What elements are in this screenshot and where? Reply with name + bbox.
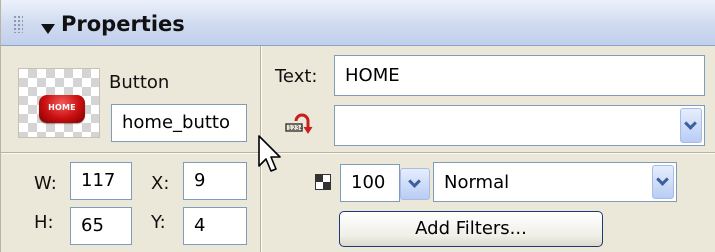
- blend-mode-value: Normal: [444, 172, 510, 193]
- height-input[interactable]: 65: [70, 207, 132, 245]
- chevron-down-icon: [408, 175, 421, 188]
- y-label: Y:: [151, 212, 166, 233]
- width-label: W:: [34, 173, 57, 194]
- symbol-preview-thumbnail: HOME: [18, 68, 100, 138]
- triangle-down-icon[interactable]: [41, 24, 55, 34]
- svg-text:1234: 1234: [288, 125, 303, 132]
- y-input[interactable]: 4: [183, 207, 247, 245]
- panel-title-bar[interactable]: Properties: [1, 0, 715, 46]
- right-horizontal-divider-highlight: [261, 153, 715, 154]
- instance-name-input[interactable]: home_butto: [111, 104, 247, 142]
- blend-mode-dropdown-button[interactable]: [652, 165, 674, 199]
- mouse-pointer-icon: [257, 134, 283, 176]
- symbol-type-label: Button: [109, 72, 170, 93]
- alpha-dropdown-button[interactable]: [400, 168, 430, 200]
- chevron-down-icon: [656, 173, 669, 186]
- drag-grip-icon[interactable]: [13, 15, 23, 33]
- alpha-checker-icon: [315, 174, 331, 190]
- text-input[interactable]: HOME: [334, 55, 705, 96]
- swap-symbol-combo[interactable]: [334, 105, 705, 146]
- height-label: H:: [34, 212, 54, 233]
- home-button-preview: HOME: [39, 95, 85, 123]
- properties-panel: Properties HOME Button home_butto W: 117…: [0, 0, 715, 252]
- x-label: X:: [151, 173, 170, 194]
- preview-text: HOME: [48, 103, 76, 112]
- swap-symbol-icon[interactable]: 1234: [283, 112, 317, 138]
- width-input[interactable]: 117: [70, 162, 132, 200]
- x-input[interactable]: 9: [183, 162, 247, 200]
- chevron-down-icon: [684, 117, 697, 130]
- swap-combo-dropdown-button[interactable]: [680, 108, 702, 143]
- add-filters-button[interactable]: Add Filters...: [339, 211, 603, 247]
- panel-title: Properties: [61, 12, 185, 36]
- text-label: Text:: [275, 66, 318, 87]
- left-horizontal-divider-highlight: [1, 153, 260, 154]
- alpha-value-input[interactable]: 100: [340, 164, 400, 202]
- blend-mode-select[interactable]: Normal: [433, 162, 677, 202]
